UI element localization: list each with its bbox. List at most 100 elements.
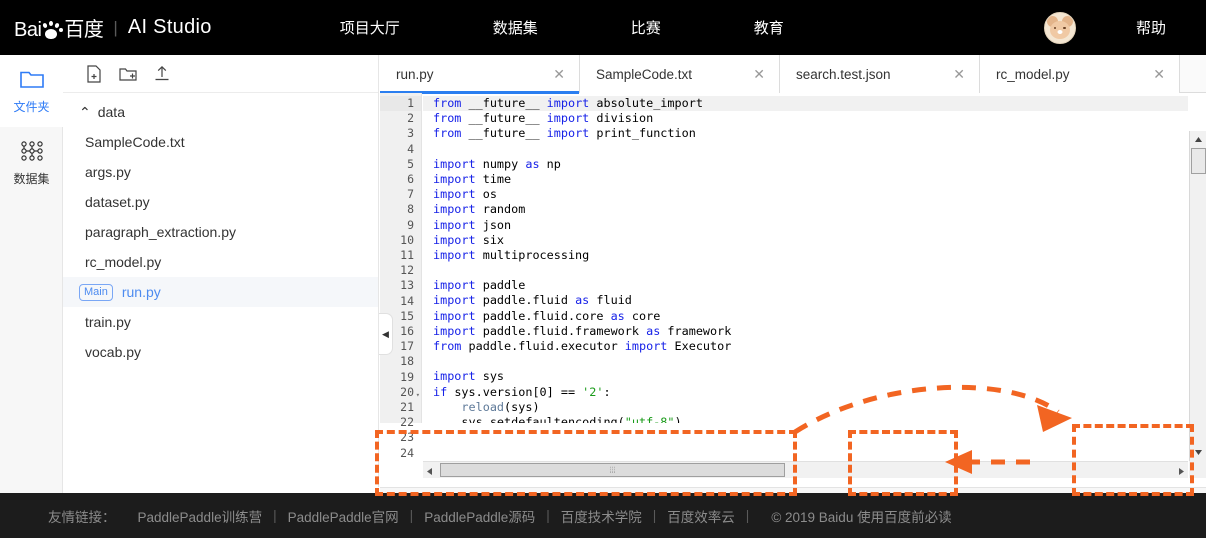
dataset-nodes-icon: [20, 141, 43, 161]
line-number: 2: [407, 111, 414, 126]
line-number: 4: [407, 141, 414, 156]
code-line: import paddle.fluid as fluid: [433, 293, 632, 308]
file-row-vocab[interactable]: vocab.py: [63, 337, 378, 367]
new-file-icon[interactable]: [77, 59, 111, 89]
scroll-left-arrow-icon[interactable]: [427, 463, 432, 478]
footer-link-baidu-tech-college[interactable]: 百度技术学院: [561, 506, 642, 526]
code-line: import multiprocessing: [433, 247, 590, 262]
upload-icon[interactable]: [145, 59, 179, 89]
tab-search-test-json[interactable]: search.test.json ✕: [780, 55, 980, 93]
vertical-scroll-track[interactable]: [1190, 174, 1206, 444]
main-badge: Main: [79, 283, 113, 301]
tab-rc-model-py[interactable]: rc_model.py ✕: [980, 55, 1180, 93]
line-number: 22: [400, 415, 414, 430]
rail-item-folder[interactable]: 文件夹: [0, 55, 64, 127]
code-line: import json: [433, 217, 512, 232]
close-icon[interactable]: ✕: [953, 66, 965, 83]
line-number: 13: [400, 278, 414, 293]
tab-samplecode-txt[interactable]: SampleCode.txt ✕: [580, 55, 780, 93]
file-row-data[interactable]: ⌃ data: [63, 97, 378, 127]
file-label: rc_model.py: [85, 254, 162, 270]
line-number: 11: [400, 248, 414, 263]
brand-product-name: AI Studio: [127, 16, 212, 38]
file-label: vocab.py: [85, 344, 142, 360]
scroll-up-arrow-icon[interactable]: [1190, 131, 1206, 148]
file-row-dataset[interactable]: dataset.py: [63, 187, 378, 217]
footer-separator: |: [409, 508, 414, 523]
close-icon[interactable]: ✕: [553, 66, 565, 83]
file-row-args[interactable]: args.py: [63, 157, 378, 187]
code-line: import random: [433, 202, 526, 217]
code-line: reload(sys): [461, 399, 540, 414]
left-icon-rail: 文件夹 数据集: [0, 55, 64, 493]
editor-horizontal-scrollbar[interactable]: ⦙⦙⦙: [423, 461, 1188, 478]
baidu-paw-icon: [41, 21, 64, 42]
code-line: from __future__ import division: [433, 111, 654, 126]
code-line: import six: [433, 232, 505, 247]
new-folder-icon[interactable]: [111, 59, 145, 89]
close-icon[interactable]: ✕: [1153, 66, 1165, 83]
code-line: from __future__ import absolute_import: [423, 96, 1188, 112]
close-icon[interactable]: ✕: [753, 66, 765, 83]
nav-projects[interactable]: 项目大厅: [330, 17, 410, 38]
brand-baidu-cn: 百度: [64, 19, 104, 41]
line-number: 10: [400, 232, 414, 247]
scroll-down-arrow-icon[interactable]: [1190, 444, 1206, 461]
file-label: dataset.py: [85, 194, 150, 210]
line-number: 12: [400, 263, 414, 278]
file-row-train[interactable]: train.py: [63, 307, 378, 337]
help-link[interactable]: 帮助: [1136, 17, 1166, 38]
line-number: 19: [400, 369, 414, 384]
footer-separator: |: [546, 508, 550, 523]
horizontal-scroll-thumb[interactable]: ⦙⦙⦙: [440, 463, 785, 477]
line-number: 21: [400, 400, 414, 415]
code-line: import os: [433, 187, 497, 202]
footer-link-source-code[interactable]: PaddlePaddle源码: [424, 506, 535, 526]
file-tree-panel: ⌃ data SampleCode.txt args.py dataset.py…: [63, 55, 379, 493]
file-label: SampleCode.txt: [85, 134, 185, 150]
line-number: 8: [407, 202, 414, 217]
chevron-up-icon[interactable]: ⌃: [79, 104, 91, 121]
line-number: 3: [407, 126, 414, 141]
nav-competitions[interactable]: 比赛: [621, 17, 671, 38]
vertical-scroll-thumb[interactable]: [1191, 148, 1206, 174]
tab-run-py[interactable]: run.py ✕: [380, 55, 580, 94]
footer-link-training-camp[interactable]: PaddlePaddle训练营: [138, 506, 263, 526]
code-line: import paddle: [433, 278, 526, 293]
line-number: 23: [400, 430, 414, 445]
scrollbar-corner: [1189, 461, 1206, 478]
scroll-right-arrow-icon[interactable]: [1179, 463, 1184, 478]
nav-education[interactable]: 教育: [744, 17, 794, 38]
file-row-samplecode[interactable]: SampleCode.txt: [63, 127, 378, 157]
code-line: from paddle.fluid.executor import Execut…: [433, 339, 732, 353]
footer-separator: |: [745, 508, 750, 523]
file-label: args.py: [85, 164, 131, 180]
code-line: import sys: [433, 369, 505, 384]
rail-item-dataset[interactable]: 数据集: [0, 127, 63, 199]
user-avatar[interactable]: [1043, 11, 1076, 44]
footer-link-official-site[interactable]: PaddlePaddle官网: [288, 506, 399, 526]
nav-items: 项目大厅 数据集 比赛 教育: [330, 17, 794, 38]
chevron-left-icon: ◀: [382, 328, 389, 339]
file-label: train.py: [85, 314, 131, 330]
brand-logo[interactable]: Bai 百度 | AI Studio: [14, 13, 212, 42]
nav-datasets[interactable]: 数据集: [483, 17, 548, 38]
line-number: 20 ▾: [380, 385, 421, 400]
line-number: 9: [407, 217, 414, 232]
code-line: import paddle.fluid.framework as framewo…: [433, 323, 732, 338]
editor-panel: run.py ✕ SampleCode.txt ✕ search.test.js…: [380, 55, 1206, 493]
panel-collapse-handle[interactable]: ◀: [379, 313, 393, 355]
line-number: 18: [400, 354, 414, 369]
file-row-paragraph-extraction[interactable]: paragraph_extraction.py: [63, 217, 378, 247]
brand-divider: |: [113, 17, 118, 37]
code-text[interactable]: from __future__ import absolute_import fr…: [423, 93, 1188, 423]
editor-vertical-scrollbar[interactable]: [1189, 131, 1206, 461]
code-line: import numpy as np: [433, 156, 561, 171]
file-row-rc-model[interactable]: rc_model.py: [63, 247, 378, 277]
footer-link-baidu-efficiency-cloud[interactable]: 百度效率云: [667, 506, 735, 526]
footer-separator: |: [652, 508, 657, 523]
file-row-run[interactable]: Main run.py: [63, 277, 378, 307]
footer-copyright: © 2019 Baidu 使用百度前必读: [771, 509, 952, 525]
line-number: 5: [407, 156, 414, 171]
